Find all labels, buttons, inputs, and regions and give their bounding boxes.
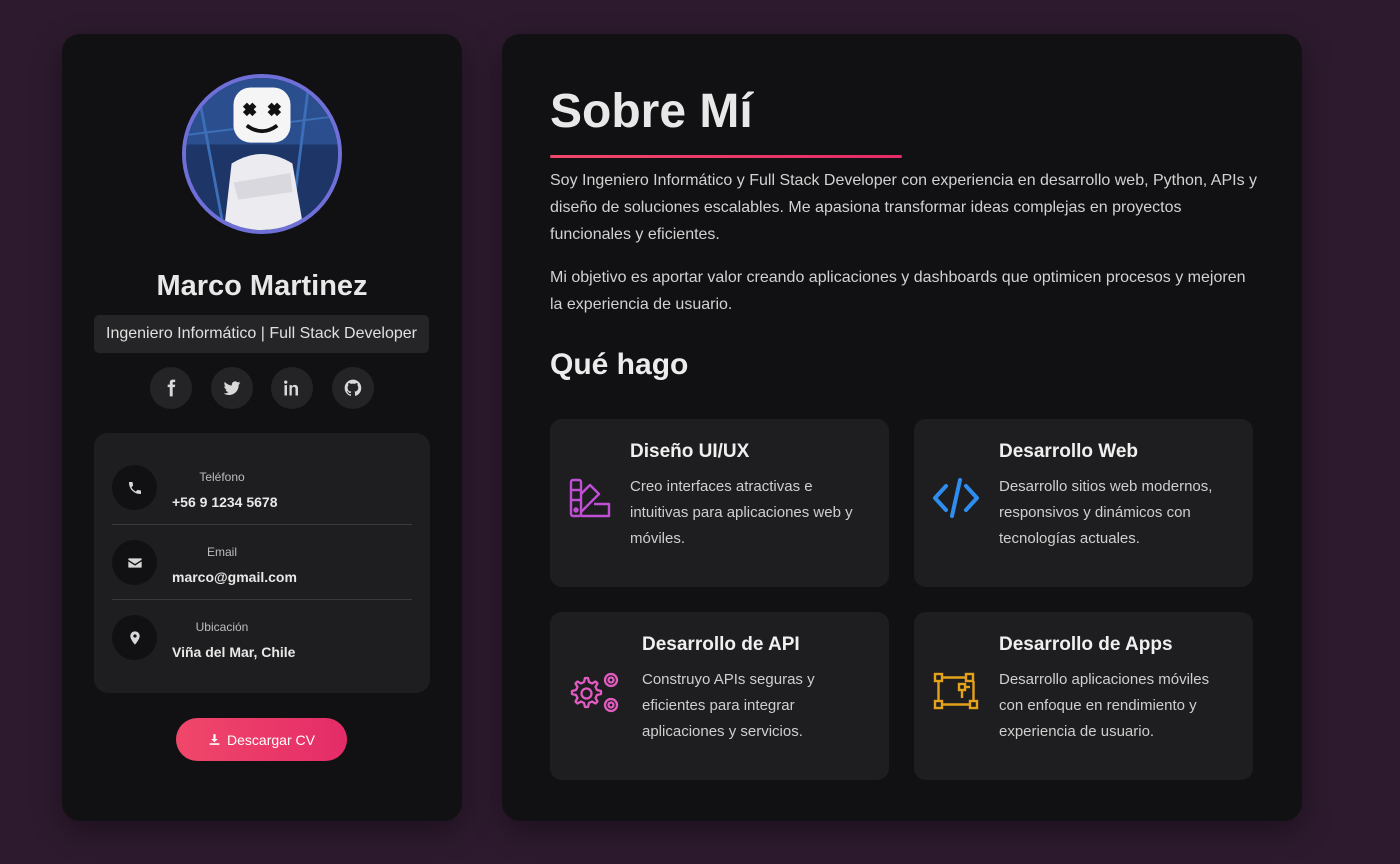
facebook-icon bbox=[167, 379, 176, 397]
twitter-link[interactable] bbox=[210, 367, 253, 409]
contact-phone: Teléfono +56 9 1234 5678 bbox=[112, 433, 412, 510]
contact-info-box: Teléfono +56 9 1234 5678 Email marco@gma… bbox=[94, 433, 430, 693]
about-paragraph-1: Soy Ingeniero Informático y Full Stack D… bbox=[550, 172, 1258, 243]
twitter-icon bbox=[223, 381, 240, 395]
contact-label: Email bbox=[206, 545, 237, 559]
service-description: Creo interfaces atractivas e intuitivas … bbox=[630, 478, 853, 547]
service-card-ui-ux: Diseño UI/UX Creo interfaces atractivas … bbox=[550, 419, 889, 587]
linkedin-icon bbox=[284, 380, 299, 396]
service-card-web: Desarrollo Web Desarrollo sitios web mod… bbox=[914, 419, 1253, 587]
service-title: Desarrollo de Apps bbox=[999, 634, 1173, 655]
service-title: Desarrollo Web bbox=[999, 441, 1139, 462]
phone-icon bbox=[128, 481, 141, 494]
contact-label: Teléfono bbox=[199, 470, 245, 484]
download-cv-button[interactable]: Descargar CV bbox=[176, 718, 347, 761]
profile-name: Marco Martinez bbox=[156, 270, 368, 302]
linkedin-link[interactable] bbox=[271, 367, 314, 409]
service-card-api: Desarrollo de API Construyo APIs seguras… bbox=[550, 612, 889, 780]
profile-sidebar: Marco Martinez Ingeniero Informático | F… bbox=[62, 34, 462, 821]
service-description: Construyo APIs seguras y eficientes para… bbox=[642, 671, 815, 740]
design-swatches-icon bbox=[569, 478, 611, 518]
services-title: Qué hago bbox=[550, 348, 689, 381]
profile-role: Ingeniero Informático | Full Stack Devel… bbox=[94, 315, 429, 353]
facebook-link[interactable] bbox=[150, 367, 192, 409]
location-pin-icon bbox=[129, 630, 140, 645]
contact-location: Ubicación Viña del Mar, Chile bbox=[112, 583, 412, 660]
gears-icon bbox=[570, 672, 619, 713]
title-underline bbox=[550, 155, 902, 158]
social-links bbox=[150, 367, 374, 409]
nodes-diagram-icon bbox=[933, 672, 979, 710]
service-card-apps: Desarrollo de Apps Desarrollo aplicacion… bbox=[914, 612, 1253, 780]
page-title: Sobre Mí bbox=[550, 85, 753, 138]
about-panel: Sobre Mí Soy Ingeniero Informático y Ful… bbox=[502, 34, 1302, 821]
github-icon bbox=[344, 379, 362, 396]
service-title: Diseño UI/UX bbox=[630, 441, 750, 462]
envelope-icon bbox=[127, 557, 142, 568]
service-description: Desarrollo sitios web modernos, responsi… bbox=[999, 478, 1213, 547]
code-icon bbox=[933, 478, 979, 518]
download-cv-label: Descargar CV bbox=[227, 731, 315, 748]
avatar bbox=[182, 74, 342, 234]
contact-label: Ubicación bbox=[195, 620, 249, 634]
github-link[interactable] bbox=[331, 367, 374, 409]
service-title: Desarrollo de API bbox=[642, 634, 800, 655]
download-icon bbox=[209, 734, 220, 745]
about-paragraph-2: Mi objetivo es aportar valor creando apl… bbox=[550, 269, 1246, 313]
contact-email: Email marco@gmail.com bbox=[112, 508, 412, 585]
avatar-image bbox=[186, 78, 338, 230]
service-description: Desarrollo aplicaciones móviles con enfo… bbox=[999, 671, 1210, 740]
location-value: Viña del Mar, Chile bbox=[172, 644, 296, 660]
